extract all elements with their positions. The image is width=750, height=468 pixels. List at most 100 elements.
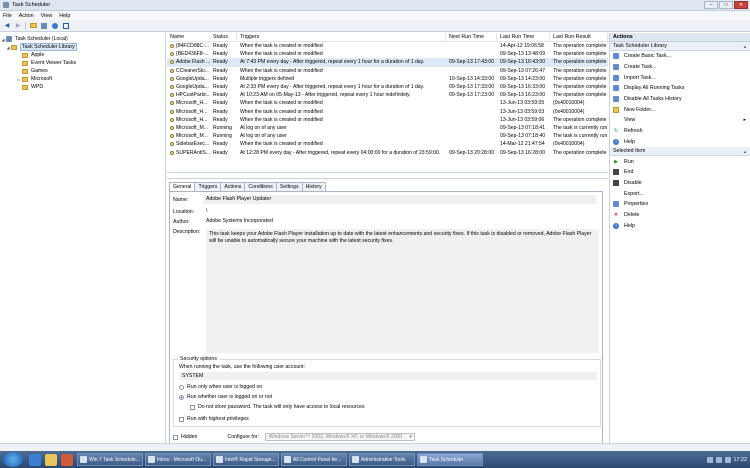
actions-section-selected[interactable]: Selected Item bbox=[610, 147, 750, 157]
minimize-button[interactable]: – bbox=[704, 1, 718, 9]
checkbox-no-password[interactable] bbox=[190, 404, 195, 410]
table-row[interactable]: SidebarExec... Ready When the task is crea… bbox=[167, 140, 608, 148]
radio-logged-on[interactable] bbox=[179, 384, 184, 390]
folder-icon bbox=[22, 84, 28, 90]
table-row[interactable]: Microsoft_H... Ready When the task is crea… bbox=[167, 99, 608, 107]
tab-history[interactable]: History bbox=[301, 182, 326, 191]
menu-action[interactable]: Action bbox=[19, 13, 34, 19]
option-whether-logged-on[interactable]: Run whether user is logged on or not bbox=[179, 394, 272, 400]
folder-icon bbox=[22, 76, 28, 82]
taskbar-button[interactable]: Task Scheduler bbox=[417, 453, 483, 466]
action-export[interactable]: Export... bbox=[610, 188, 750, 199]
action-properties[interactable]: Properties bbox=[610, 199, 750, 210]
table-row[interactable]: Microsoft_M... Running At log on of any us… bbox=[167, 132, 608, 140]
action-delete[interactable]: ✕ Delete bbox=[610, 210, 750, 221]
action-display-all-running-tasks[interactable]: Display All Running Tasks bbox=[610, 83, 750, 94]
tab-conditions[interactable]: Conditions bbox=[244, 182, 277, 191]
table-row[interactable]: GoogleUpda... Ready Multiple triggers defi… bbox=[167, 75, 608, 83]
clock[interactable]: 17:22 bbox=[734, 457, 748, 463]
action-disable-all-tasks-history[interactable]: Disable All Tasks History bbox=[610, 94, 750, 105]
taskbar-button[interactable]: Administrative Tools bbox=[349, 453, 415, 466]
task-clock-icon bbox=[170, 85, 174, 90]
action-create-task[interactable]: Create Task... bbox=[610, 62, 750, 73]
checkbox-hidden[interactable] bbox=[173, 434, 178, 440]
action-disable[interactable]: Disable bbox=[610, 178, 750, 189]
tab-actions[interactable]: Actions bbox=[220, 182, 246, 191]
name-field[interactable]: Adobe Flash Player Updater bbox=[203, 195, 596, 204]
tree-item-apple[interactable]: Apple bbox=[0, 51, 165, 59]
column-header-last-run[interactable]: Last Run Time bbox=[497, 33, 550, 41]
tree-item-wpd[interactable]: WPD bbox=[0, 83, 165, 91]
column-header-status[interactable]: Status bbox=[210, 33, 237, 41]
close-button[interactable]: ✕ bbox=[734, 1, 748, 9]
configure-for-select[interactable]: Windows Server™ 2003, Windows® XP, or Wi… bbox=[264, 433, 415, 441]
ie-icon[interactable] bbox=[29, 453, 41, 466]
action-run[interactable]: ▶ Run bbox=[610, 156, 750, 167]
table-row[interactable]: Microsoft_M... Running At log on of any us… bbox=[167, 124, 608, 132]
menu-file[interactable]: File bbox=[3, 13, 12, 19]
app-icon bbox=[3, 2, 9, 8]
view-icon[interactable] bbox=[62, 22, 70, 30]
table-row[interactable]: Microsoft_H... Ready When the task is crea… bbox=[167, 108, 608, 116]
menu-help[interactable]: Help bbox=[59, 13, 70, 19]
column-header-last-result[interactable]: Last Run Result bbox=[550, 33, 608, 41]
task-clock-icon bbox=[170, 117, 174, 122]
option-highest-privileges[interactable]: Run with highest privileges bbox=[179, 416, 249, 422]
action-help[interactable]: ? Help bbox=[610, 220, 750, 231]
tray-icon[interactable] bbox=[715, 456, 722, 463]
table-row[interactable]: {BED436F8-... Ready When the task is creat… bbox=[167, 50, 608, 58]
taskbar-button[interactable]: Win 7 Task Schedule... bbox=[77, 453, 143, 466]
tab-settings[interactable]: Settings bbox=[275, 182, 303, 191]
tree-item-label: Microsoft bbox=[31, 76, 53, 82]
table-row[interactable]: Microsoft_H... Ready When the task is crea… bbox=[167, 116, 608, 124]
table-row[interactable]: CCleanerSki... Ready When the task is crea… bbox=[167, 67, 608, 75]
table-row[interactable]: HPCustPartic... Ready At 10:23 AM on 05-Ma… bbox=[167, 91, 608, 99]
tree-root[interactable]: ◢ Task Scheduler (Local) bbox=[0, 35, 165, 43]
media-player-icon[interactable] bbox=[61, 453, 73, 466]
taskbar-button[interactable]: Intel® Rapid Storage... bbox=[213, 453, 279, 466]
menu-view[interactable]: View bbox=[41, 13, 53, 19]
tab-triggers[interactable]: Triggers bbox=[194, 182, 222, 191]
action-new-folder[interactable]: New Folder... bbox=[610, 104, 750, 115]
action-refresh[interactable]: ↻ Refresh bbox=[610, 126, 750, 137]
explorer-icon[interactable] bbox=[45, 453, 57, 466]
maximize-button[interactable]: □ bbox=[719, 1, 733, 9]
actions-section-library[interactable]: Task Scheduler Library bbox=[610, 42, 750, 51]
help-icon[interactable] bbox=[51, 22, 59, 30]
task-trigger: At 7:43 PM every day - After triggered, … bbox=[240, 59, 425, 66]
folder-icon[interactable] bbox=[29, 22, 37, 30]
table-row[interactable]: {84FCD88C-... Ready When the task is creat… bbox=[167, 42, 608, 50]
action-create-basic-task[interactable]: Create Basic Task... bbox=[610, 51, 750, 62]
back-icon[interactable]: ◀ bbox=[3, 22, 11, 30]
table-row[interactable]: SUPERAntiS... Ready At 12:28 PM every day … bbox=[167, 148, 608, 156]
column-header-triggers[interactable]: Triggers bbox=[237, 33, 446, 41]
table-row[interactable]: GoogleUpda... Ready At 2:33 PM every day -… bbox=[167, 83, 608, 91]
description-field[interactable]: This task keeps your Adobe Flash Player … bbox=[206, 229, 599, 353]
properties-icon[interactable] bbox=[40, 22, 48, 30]
tree-item-library[interactable]: ◢ Task Scheduler Library bbox=[0, 43, 165, 51]
action-help[interactable]: ? Help bbox=[610, 137, 750, 148]
column-header-name[interactable]: Name bbox=[167, 33, 210, 41]
radio-whether-logged-on[interactable] bbox=[179, 394, 184, 400]
taskbar-button[interactable]: Inbox - Microsoft Ou... bbox=[145, 453, 211, 466]
tree-item-microsoft[interactable]: ▷ Microsoft bbox=[0, 75, 165, 83]
tree-item-games[interactable]: Games bbox=[0, 67, 165, 75]
volume-icon[interactable] bbox=[724, 456, 731, 463]
task-last-result: The task is currently run bbox=[553, 124, 608, 131]
action-end[interactable]: End bbox=[610, 167, 750, 178]
option-no-password[interactable]: Do not store password. The task will onl… bbox=[190, 404, 365, 410]
folder-icon bbox=[613, 106, 619, 113]
option-logged-on[interactable]: Run only when user is logged on bbox=[179, 384, 262, 390]
toolbar-separator bbox=[25, 21, 26, 30]
forward-icon[interactable]: ▶ bbox=[14, 22, 22, 30]
action-view[interactable]: View ▸ bbox=[610, 115, 750, 126]
start-button[interactable] bbox=[3, 452, 23, 467]
action-import-task[interactable]: Import Task... bbox=[610, 72, 750, 83]
taskbar-button[interactable]: All Control Panel Ite... bbox=[281, 453, 347, 466]
option-no-password-label: Do not store password. The task will onl… bbox=[198, 404, 365, 410]
checkbox-highest-privileges[interactable] bbox=[179, 416, 184, 422]
table-row[interactable]: Adobe Flash ... Ready At 7:43 PM every day… bbox=[167, 58, 608, 67]
tree-item-event-viewer[interactable]: Event Viewer Tasks bbox=[0, 59, 165, 67]
tray-icon[interactable] bbox=[706, 456, 713, 463]
column-header-next-run[interactable]: Next Run Time bbox=[446, 33, 497, 41]
